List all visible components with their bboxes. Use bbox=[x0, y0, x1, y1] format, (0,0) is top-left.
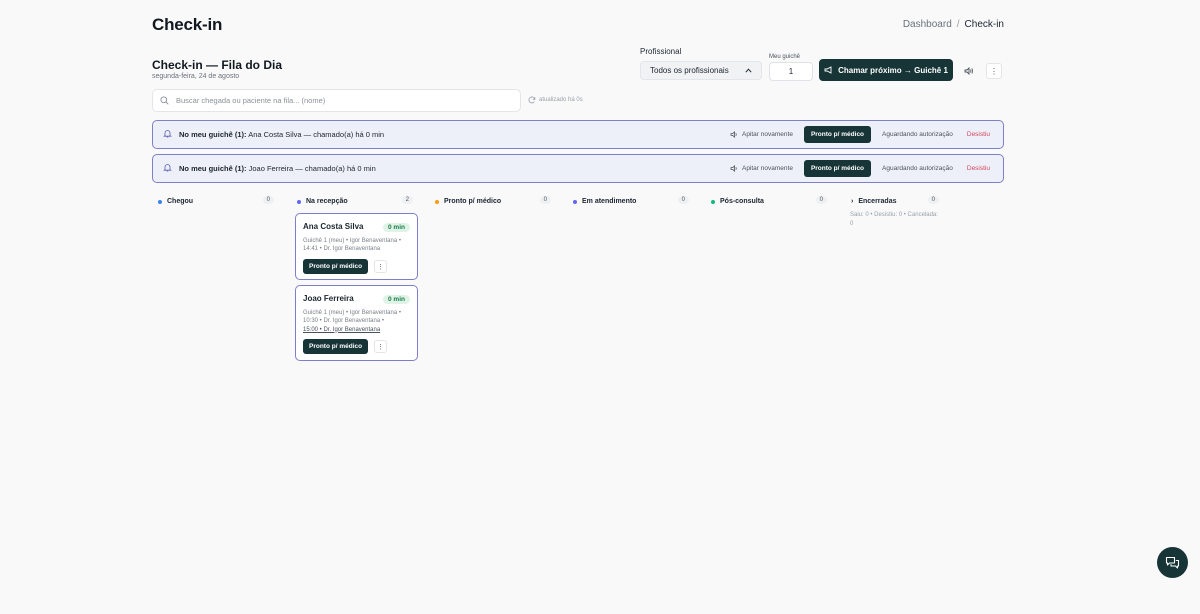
search-placeholder: Buscar chegada ou paciente na fila... (n… bbox=[176, 96, 326, 105]
call-next-button[interactable]: Chamar próximo → Guichê 1 bbox=[819, 59, 953, 81]
detail-line: 10:30 • Dr. Igor Benaventana • bbox=[303, 318, 384, 325]
more-vertical-icon: ⋮ bbox=[377, 263, 384, 271]
guiche-label: Meu guichê bbox=[769, 54, 801, 60]
counter-banner: No meu guichê (1): Ana Costa Silva — cha… bbox=[152, 120, 1004, 149]
banner-prefix: No meu guichê (1): bbox=[179, 130, 247, 139]
chevron-up-icon bbox=[745, 68, 752, 73]
detail-line-link[interactable]: 15:00 • Dr. Igor Benaventana bbox=[303, 326, 411, 334]
column-label: Pós-consulta bbox=[720, 198, 764, 205]
beep-again-button[interactable]: Apitar novamente bbox=[727, 165, 796, 172]
column-header-na-recepcao: Na recepção 2 bbox=[297, 196, 413, 207]
search-input[interactable]: Buscar chegada ou paciente na fila... (n… bbox=[152, 89, 521, 112]
call-next-label: Chamar próximo → Guichê 1 bbox=[838, 65, 948, 75]
more-vertical-icon: ⋮ bbox=[377, 343, 384, 351]
breadcrumb-dashboard-link[interactable]: Dashboard bbox=[903, 19, 952, 30]
status-dot bbox=[158, 199, 162, 204]
awaiting-authorization-button[interactable]: Aguardando autorização bbox=[879, 165, 956, 172]
column-count: 0 bbox=[927, 196, 939, 204]
chevron-right-icon: › bbox=[851, 198, 854, 205]
updated-text: atualizado há 0s bbox=[539, 97, 583, 103]
gave-up-button[interactable]: Desistiu bbox=[964, 165, 993, 172]
status-dot bbox=[573, 199, 577, 204]
gave-up-button[interactable]: Desistiu bbox=[964, 131, 993, 138]
status-dot bbox=[297, 199, 301, 204]
column-count: 2 bbox=[401, 196, 413, 204]
refresh-status[interactable]: atualizado há 0s bbox=[528, 96, 583, 104]
column-header-pronto-medico: Pronto p/ médico 0 bbox=[435, 196, 551, 207]
patient-card[interactable]: Joao Ferreira 0 min Guichê 1 (meu) • Igo… bbox=[295, 285, 418, 361]
queue-title: Check-in — Fila do Dia bbox=[152, 58, 283, 72]
refresh-icon bbox=[528, 96, 536, 104]
detail-line: 14:41 • Dr. Igor Benaventana bbox=[303, 246, 381, 253]
professional-label: Profissional bbox=[640, 47, 682, 56]
beep-again-label: Apitar novamente bbox=[741, 165, 793, 172]
sound-toggle-button[interactable] bbox=[961, 63, 977, 79]
closed-summary: Saiu: 0 • Desistiu: 0 • Cancelada: 0 bbox=[850, 212, 938, 227]
patient-details: Guichê 1 (meu) • Igor Benaventana • 14:4… bbox=[303, 237, 411, 254]
search-icon bbox=[160, 96, 169, 105]
banner-actions: Apitar novamente Pronto p/ médico Aguard… bbox=[727, 126, 993, 143]
column-label: Pronto p/ médico bbox=[444, 198, 502, 205]
bell-icon bbox=[163, 129, 172, 140]
column-header-pos-consulta: Pós-consulta 0 bbox=[711, 196, 827, 207]
page-title: Check-in bbox=[152, 15, 223, 34]
detail-line: Guichê 1 (meu) • Igor Benaventana • bbox=[303, 238, 401, 244]
guiche-input[interactable]: 1 bbox=[769, 62, 813, 81]
patient-name: Joao Ferreira bbox=[303, 294, 354, 303]
ready-for-doctor-button[interactable]: Pronto p/ médico bbox=[303, 339, 369, 354]
queue-date: segunda-feira, 24 de agosto bbox=[152, 73, 240, 80]
beep-again-button[interactable]: Apitar novamente bbox=[727, 131, 796, 138]
banner-message: Joao Ferreira — chamado(a) há 0 min bbox=[248, 164, 376, 173]
card-more-button[interactable]: ⋮ bbox=[374, 340, 387, 353]
chat-button[interactable] bbox=[1157, 547, 1188, 578]
wait-time-badge: 0 min bbox=[383, 295, 410, 304]
patient-details: Guichê 1 (meu) • Igor Benaventana • 10:3… bbox=[303, 309, 411, 334]
ready-for-doctor-button[interactable]: Pronto p/ médico bbox=[803, 160, 872, 177]
banner-message: Ana Costa Silva — chamado(a) há 0 min bbox=[248, 130, 385, 139]
ready-for-doctor-button[interactable]: Pronto p/ médico bbox=[303, 259, 369, 274]
beep-again-label: Apitar novamente bbox=[741, 131, 793, 138]
patient-card[interactable]: Ana Costa Silva 0 min Guichê 1 (meu) • I… bbox=[295, 213, 418, 280]
column-label: Na recepção bbox=[306, 198, 348, 205]
ready-for-doctor-button[interactable]: Pronto p/ médico bbox=[803, 126, 872, 143]
column-label: Encerradas bbox=[858, 198, 897, 205]
wait-time-badge: 0 min bbox=[383, 223, 410, 232]
status-dot bbox=[711, 199, 715, 204]
awaiting-authorization-button[interactable]: Aguardando autorização bbox=[879, 131, 956, 138]
banner-prefix: No meu guichê (1): bbox=[179, 164, 247, 173]
column-label: Em atendimento bbox=[582, 198, 637, 205]
status-dot bbox=[435, 199, 439, 204]
card-more-button[interactable]: ⋮ bbox=[374, 260, 387, 273]
bell-icon bbox=[163, 163, 172, 174]
professional-select[interactable]: Todos os profissionais bbox=[640, 61, 762, 80]
patient-name: Ana Costa Silva bbox=[303, 222, 364, 231]
counter-banner: No meu guichê (1): Joao Ferreira — chama… bbox=[152, 154, 1004, 183]
banner-text: No meu guichê (1): Joao Ferreira — chama… bbox=[179, 164, 376, 173]
column-header-encerradas[interactable]: › Encerradas 0 bbox=[851, 196, 939, 207]
column-header-chegou: Chegou 0 bbox=[158, 196, 274, 207]
column-count: 0 bbox=[815, 196, 827, 204]
chat-icon bbox=[1165, 556, 1180, 569]
column-count: 0 bbox=[262, 196, 274, 204]
breadcrumb-separator: / bbox=[956, 19, 960, 30]
speaker-icon bbox=[730, 165, 737, 172]
column-count: 0 bbox=[539, 196, 551, 204]
professional-select-value: Todos os profissionais bbox=[650, 66, 729, 75]
column-label: Chegou bbox=[167, 198, 194, 205]
speaker-icon bbox=[730, 131, 737, 138]
megaphone-icon bbox=[824, 66, 832, 74]
breadcrumb-current: Check-in bbox=[964, 19, 1004, 30]
breadcrumb: Dashboard / Check-in bbox=[903, 19, 1004, 30]
more-vertical-icon: ⋮ bbox=[990, 66, 998, 76]
column-count: 0 bbox=[677, 196, 689, 204]
detail-line: Guichê 1 (meu) • Igor Benaventana • bbox=[303, 310, 401, 316]
column-header-em-atendimento: Em atendimento 0 bbox=[573, 196, 689, 207]
banner-actions: Apitar novamente Pronto p/ médico Aguard… bbox=[727, 160, 993, 177]
more-options-button[interactable]: ⋮ bbox=[986, 63, 1002, 79]
speaker-icon bbox=[964, 67, 973, 75]
banner-text: No meu guichê (1): Ana Costa Silva — cha… bbox=[179, 130, 384, 139]
